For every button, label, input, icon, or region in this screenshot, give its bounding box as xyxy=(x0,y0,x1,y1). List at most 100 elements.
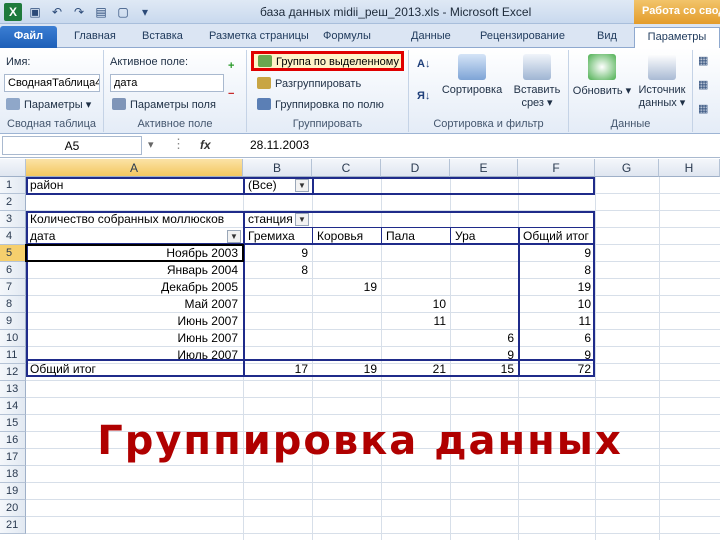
tab-data[interactable]: Данные xyxy=(411,27,451,47)
tab-file[interactable]: Файл xyxy=(0,26,57,48)
tab-insert[interactable]: Вставка xyxy=(142,27,183,47)
tab-view[interactable]: Вид xyxy=(597,27,617,47)
pivot-row-date[interactable]: Май 2007 xyxy=(27,296,241,313)
pivot-name-label: Имя: xyxy=(6,56,31,68)
name-box-dropdown-icon[interactable]: ▾ xyxy=(148,138,154,151)
active-field-input[interactable]: дата xyxy=(110,74,224,92)
row-header[interactable]: 13 xyxy=(0,381,26,398)
row-header[interactable]: 21 xyxy=(0,517,26,534)
column-header-d[interactable]: D xyxy=(381,159,450,177)
column-header-f[interactable]: F xyxy=(518,159,595,177)
pivot-row-date[interactable]: Январь 2004 xyxy=(27,262,241,279)
select-all-corner[interactable] xyxy=(0,159,26,177)
row-header[interactable]: 18 xyxy=(0,466,26,483)
gridline xyxy=(26,380,720,381)
row-header[interactable]: 20 xyxy=(0,500,26,517)
pivot-options-button[interactable]: Параметры ▾ xyxy=(6,98,91,111)
pivot-row-total: 9 xyxy=(584,246,591,260)
row-header[interactable]: 7 xyxy=(0,279,26,296)
sort-button[interactable]: Сортировка xyxy=(437,54,507,96)
options-icon xyxy=(6,98,20,110)
collapse-field-icon[interactable]: − xyxy=(228,88,234,100)
group-field-button[interactable]: Группировка по полю xyxy=(257,98,384,111)
undo-icon[interactable]: ↶ xyxy=(48,3,66,21)
active-cell-selection[interactable] xyxy=(25,244,244,262)
tab-review[interactable]: Рецензирование xyxy=(480,27,565,47)
pivot-value-cell xyxy=(245,330,311,332)
slicer-label-1: Вставить xyxy=(513,84,561,96)
row-header[interactable]: 10 xyxy=(0,330,26,347)
new-document-icon[interactable]: ▢ xyxy=(114,3,132,21)
column-header-h[interactable]: H xyxy=(659,159,720,177)
tab-formulas[interactable]: Формулы xyxy=(323,27,371,47)
insert-slicer-button[interactable]: Вставить срез ▾ xyxy=(509,54,565,109)
pivot-tools-context-tab: Работа со сводными xyxy=(634,0,720,24)
quick-access-toolbar: X ▣ ↶ ↷ ▤ ▢ ▾ xyxy=(4,3,154,21)
form-icon[interactable]: ▤ xyxy=(92,3,110,21)
redo-icon[interactable]: ↷ xyxy=(70,3,88,21)
row-header[interactable]: 8 xyxy=(0,296,26,313)
spreadsheet-grid[interactable]: A B C D E F G H 1 2 3 4 5 6 7 8 9 10 11 12 13 14 15 16 1… xyxy=(0,159,720,540)
row-header[interactable]: 9 xyxy=(0,313,26,330)
sort-desc-icon[interactable]: Я↓ xyxy=(417,90,430,102)
group-selection-button[interactable]: Группа по выделенному xyxy=(251,51,404,71)
pivot-value-cell xyxy=(314,296,380,298)
row-header[interactable]: 1 xyxy=(0,177,26,194)
row-header[interactable]: 11 xyxy=(0,347,26,364)
save-icon[interactable]: ▣ xyxy=(26,3,44,21)
pivot-value-cell xyxy=(452,296,517,298)
formula-separator-icon: ⋮ xyxy=(172,136,185,151)
expand-field-icon[interactable]: + xyxy=(228,60,234,72)
clear-icon[interactable]: ▦ xyxy=(698,54,708,67)
name-box[interactable]: A5 xyxy=(2,136,142,155)
field-settings-button[interactable]: Параметры поля xyxy=(112,98,216,111)
row-field-dropdown-icon[interactable]: ▼ xyxy=(227,230,241,243)
row-header[interactable]: 12 xyxy=(0,364,26,381)
pivot-header-separator xyxy=(450,227,451,245)
column-header-a[interactable]: A xyxy=(26,159,243,177)
change-data-source-button[interactable]: Источник данных ▾ xyxy=(631,54,693,109)
column-header-e[interactable]: E xyxy=(450,159,518,177)
row-header[interactable]: 14 xyxy=(0,398,26,415)
ribbon-tabs: Файл Главная Вставка Разметка страницы Ф… xyxy=(0,24,720,48)
tab-page-layout[interactable]: Разметка страницы xyxy=(209,27,309,47)
row-header[interactable]: 6 xyxy=(0,262,26,279)
refresh-icon xyxy=(588,54,616,80)
row-header[interactable]: 2 xyxy=(0,194,26,211)
column-header-g[interactable]: G xyxy=(595,159,659,177)
tab-home[interactable]: Главная xyxy=(74,27,116,47)
insert-function-button[interactable]: fx xyxy=(200,138,211,152)
column-header-b[interactable]: B xyxy=(243,159,312,177)
row-header[interactable]: 19 xyxy=(0,483,26,500)
filter-field-value[interactable]: (Все) xyxy=(245,177,295,194)
group-selection-label: Группа по выделенному xyxy=(276,56,399,68)
pivot-row-date[interactable]: Июнь 2007 xyxy=(27,313,241,330)
pivot-name-field[interactable]: СводнаяТаблица4 xyxy=(4,74,100,92)
filter-dropdown-icon[interactable]: ▼ xyxy=(295,179,309,192)
row-header[interactable]: 3 xyxy=(0,211,26,228)
pivot-value-cell xyxy=(314,245,380,247)
pivot-row-date[interactable]: Декабрь 2005 xyxy=(27,279,241,296)
sort-asc-icon[interactable]: А↓ xyxy=(417,58,430,70)
pivot-row-date[interactable]: Июнь 2007 xyxy=(27,330,241,347)
customize-toolbar-icon[interactable]: ▾ xyxy=(136,3,154,21)
source-label-1: Источник xyxy=(638,84,686,96)
gridline xyxy=(26,414,720,415)
group-sort-filter: А↓ Я↓ Сортировка Вставить срез ▾ Сортиров… xyxy=(409,50,569,132)
group-label-pivot: Сводная таблица xyxy=(7,118,96,130)
refresh-button[interactable]: Обновить ▾ xyxy=(571,54,633,97)
ungroup-button[interactable]: Разгруппировать xyxy=(257,77,361,90)
column-field-dropdown-icon[interactable]: ▼ xyxy=(295,213,309,226)
pivot-value-cell xyxy=(452,245,517,247)
group-data: Обновить ▾ Источник данных ▾ Данные xyxy=(569,50,693,132)
tab-parameters[interactable]: Параметры xyxy=(634,27,720,48)
row-header[interactable]: 4 xyxy=(0,228,26,245)
move-pivot-icon[interactable]: ▦ xyxy=(698,102,708,115)
pivot-value-cell xyxy=(383,279,449,281)
select-icon[interactable]: ▦ xyxy=(698,78,708,91)
column-header-c[interactable]: C xyxy=(312,159,381,177)
row-header[interactable]: 5 xyxy=(0,245,26,262)
formula-input[interactable]: 28.11.2003 xyxy=(250,138,309,152)
station-header: Пала xyxy=(386,229,415,243)
value-field-label: Количество собранных моллюсков xyxy=(30,212,225,226)
